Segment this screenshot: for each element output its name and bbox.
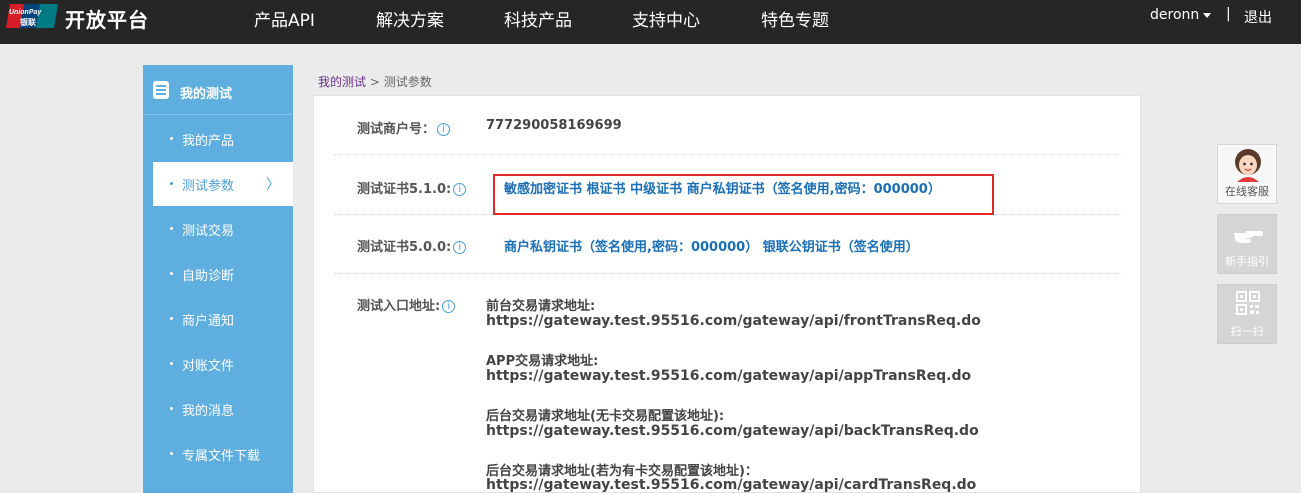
front-trans-title: 前台交易请求地址: xyxy=(486,299,596,314)
front-trans-url: https://gateway.test.95516.com/gateway/a… xyxy=(486,313,981,329)
bullet-icon xyxy=(170,137,173,140)
sidebar: 我的测试 我的产品 测试参数 〉 测试交易 自助诊断 商户通知 对账文件 我的消… xyxy=(143,65,293,493)
breadcrumb-separator: > xyxy=(369,75,380,89)
logout-link[interactable]: 退出 xyxy=(1244,7,1272,27)
cert-500-links: 商户私钥证书（签名使用,密码：000000） 银联公钥证书（签名使用） xyxy=(504,236,919,255)
breadcrumb-current: 测试参数 xyxy=(383,75,432,89)
scan-qr-button[interactable]: 扫一扫 xyxy=(1217,284,1277,344)
brand-title: 开放平台 xyxy=(65,8,149,32)
bullet-icon xyxy=(170,452,173,455)
sidebar-item-label: 我的产品 xyxy=(182,134,235,149)
merchant-id-label-text: 测试商户号： xyxy=(357,122,436,137)
nav-support-center[interactable]: 支持中心 xyxy=(632,6,700,31)
info-icon[interactable]: i xyxy=(453,241,467,254)
sidebar-item-label: 我的消息 xyxy=(182,404,235,419)
cert-510-label: 测试证书5.1.0: i xyxy=(357,178,467,197)
row-divider xyxy=(334,273,1122,274)
app-trans-title: APP交易请求地址: xyxy=(486,354,599,369)
agent-avatar-icon xyxy=(1235,149,1261,182)
merchant-id-label: 测试商户号： i xyxy=(357,118,451,137)
sidebar-item-test-transaction[interactable]: 测试交易 xyxy=(143,207,293,251)
cert-500-label-text: 测试证书5.0.0: xyxy=(357,240,452,255)
nav-tech-products[interactable]: 科技产品 xyxy=(504,6,572,31)
scan-label: 扫一扫 xyxy=(1230,325,1264,338)
cert-500-label: 测试证书5.0.0: i xyxy=(357,236,467,255)
sidebar-header: 我的测试 xyxy=(143,65,293,115)
sidebar-item-test-params[interactable]: 测试参数 〉 xyxy=(153,162,293,206)
top-navigation-bar: UnionPay 银联 开放平台 产品API 解决方案 科技产品 支持中心 特色… xyxy=(0,0,1301,44)
app-trans-url: https://gateway.test.95516.com/gateway/a… xyxy=(486,368,972,384)
sidebar-item-label: 测试交易 xyxy=(182,224,235,239)
row-divider xyxy=(334,154,1122,155)
bullet-icon xyxy=(170,272,173,275)
nav-solutions[interactable]: 解决方案 xyxy=(376,6,444,31)
customer-service-label: 在线客服 xyxy=(1225,185,1269,198)
beginner-guide-button[interactable]: 新手指引 xyxy=(1217,214,1277,274)
breadcrumb: 我的测试 > 测试参数 xyxy=(318,73,432,90)
breadcrumb-parent-link[interactable]: 我的测试 xyxy=(318,75,366,89)
info-icon[interactable]: i xyxy=(437,123,451,136)
bullet-icon xyxy=(170,182,173,185)
sidebar-item-label: 专属文件下载 xyxy=(182,449,261,464)
merchant-id-value: 777290058169699 xyxy=(486,118,622,133)
pointing-hand-icon xyxy=(1234,231,1263,243)
merchant-private-key-cert-link[interactable]: 商户私钥证书（签名使用,密码：000000） xyxy=(504,240,758,255)
info-icon[interactable]: i xyxy=(453,183,467,196)
chevron-right-icon: 〉 xyxy=(266,177,280,193)
sidebar-item-my-messages[interactable]: 我的消息 xyxy=(143,387,293,431)
qr-code-icon xyxy=(1236,291,1260,315)
unionpay-public-key-cert-link[interactable]: 银联公钥证书（签名使用） xyxy=(763,240,919,255)
cert-510-label-text: 测试证书5.1.0: xyxy=(357,182,452,197)
red-highlight-box xyxy=(493,174,994,215)
back-trans-title: 后台交易请求地址(无卡交易配置该地址): xyxy=(486,409,725,424)
bullet-icon xyxy=(170,227,173,230)
bullet-icon xyxy=(170,407,173,410)
sidebar-item-label: 测试参数 xyxy=(182,179,235,194)
nav-product-api[interactable]: 产品API xyxy=(254,6,315,31)
sidebar-item-reconciliation-files[interactable]: 对账文件 xyxy=(143,342,293,386)
sidebar-item-exclusive-downloads[interactable]: 专属文件下载 xyxy=(143,432,293,476)
bullet-icon xyxy=(170,317,173,320)
sidebar-item-merchant-notice[interactable]: 商户通知 xyxy=(143,297,293,341)
info-icon[interactable]: i xyxy=(442,300,456,313)
unionpay-logo[interactable]: UnionPay 银联 xyxy=(6,2,58,30)
logo-wordmark: UnionPay xyxy=(9,9,42,16)
sidebar-item-self-diagnosis[interactable]: 自助诊断 xyxy=(143,252,293,296)
bullet-icon xyxy=(170,362,173,365)
username: deronn xyxy=(1150,7,1200,23)
header-separator: | xyxy=(1226,6,1231,22)
clipboard-icon xyxy=(153,81,169,99)
caret-down-icon xyxy=(1203,12,1212,18)
logo-chinese: 银联 xyxy=(19,17,36,27)
back-trans-url: https://gateway.test.95516.com/gateway/a… xyxy=(486,423,979,439)
nav-special-topics[interactable]: 特色专题 xyxy=(761,6,829,31)
beginner-guide-label: 新手指引 xyxy=(1225,255,1269,268)
sidebar-item-label: 对账文件 xyxy=(182,359,235,374)
entry-address-label-text: 测试入口地址: xyxy=(357,299,441,314)
user-menu[interactable]: deronn xyxy=(1150,7,1212,23)
sidebar-item-label: 自助诊断 xyxy=(182,269,235,284)
entry-address-label: 测试入口地址: i xyxy=(357,295,456,314)
sidebar-item-label: 商户通知 xyxy=(182,314,235,329)
sidebar-title: 我的测试 xyxy=(180,87,233,102)
card-trans-url: https://gateway.test.95516.com/gateway/a… xyxy=(486,477,977,493)
sidebar-item-my-products[interactable]: 我的产品 xyxy=(143,117,293,161)
online-customer-service-button[interactable]: 在线客服 xyxy=(1217,144,1277,204)
